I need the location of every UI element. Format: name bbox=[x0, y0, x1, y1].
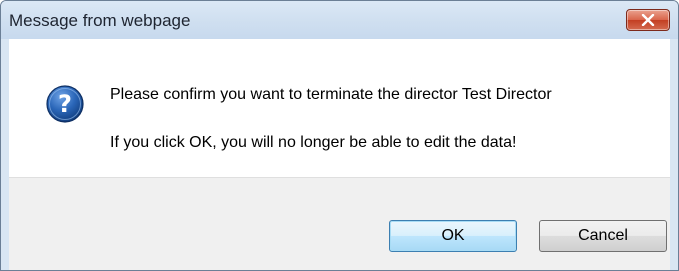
question-icon: ? bbox=[46, 85, 84, 123]
dialog-footer: OK Cancel bbox=[9, 177, 670, 270]
close-button[interactable] bbox=[626, 9, 670, 31]
svg-text:?: ? bbox=[58, 90, 72, 118]
warning-message: If you click OK, you will no longer be a… bbox=[110, 134, 517, 151]
close-icon bbox=[641, 14, 655, 26]
dialog-title: Message from webpage bbox=[9, 11, 191, 30]
ok-button[interactable]: OK bbox=[389, 220, 517, 252]
dialog-content: ? Please confirm you want to terminate t… bbox=[9, 39, 670, 177]
confirm-message: Please confirm you want to terminate the… bbox=[110, 86, 552, 103]
dialog-titlebar[interactable]: Message from webpage bbox=[1, 1, 678, 39]
message-dialog: Message from webpage ? Please confirm yo… bbox=[0, 0, 679, 271]
cancel-button[interactable]: Cancel bbox=[539, 220, 667, 252]
